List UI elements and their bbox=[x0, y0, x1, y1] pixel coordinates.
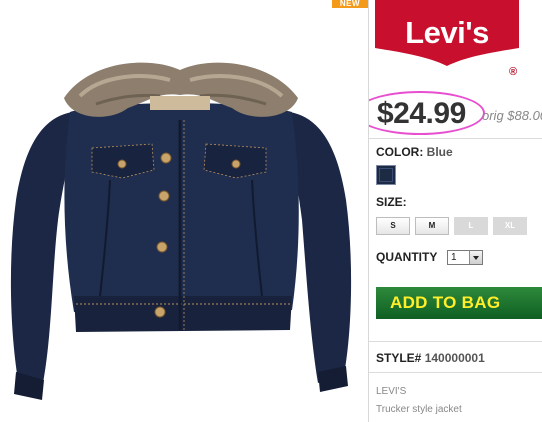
current-price: $24.99 bbox=[377, 97, 466, 130]
style-label: STYLE# bbox=[376, 351, 422, 365]
registered-mark: ® bbox=[509, 66, 518, 78]
color-row: COLOR: Blue bbox=[376, 145, 453, 159]
add-to-bag-button[interactable]: ADD TO BAG bbox=[376, 287, 542, 319]
brand-name: LEVI'S bbox=[376, 386, 407, 397]
original-price: orig $88.00 bbox=[482, 108, 542, 123]
new-badge: NEW bbox=[332, 0, 368, 8]
product-description: Trucker style jacket bbox=[376, 404, 462, 415]
separator bbox=[369, 372, 542, 373]
product-details-panel: Levi's ® $24.99 orig $88.00 COLOR: Blue … bbox=[369, 0, 542, 422]
separator bbox=[369, 138, 542, 139]
svg-text:Levi's: Levi's bbox=[405, 15, 489, 50]
denim-jacket-illustration bbox=[10, 62, 352, 400]
price-row: $24.99 orig $88.00 bbox=[369, 88, 542, 136]
quantity-label: QUANTITY bbox=[376, 250, 438, 264]
quantity-value: 1 bbox=[451, 252, 457, 263]
size-option-s[interactable]: S bbox=[376, 217, 410, 235]
product-image[interactable] bbox=[0, 0, 368, 422]
size-label: SIZE: bbox=[376, 195, 407, 209]
separator bbox=[369, 341, 542, 342]
chevron-down-icon[interactable] bbox=[469, 251, 482, 264]
color-label: COLOR: bbox=[376, 145, 424, 159]
size-option-l[interactable]: L bbox=[454, 217, 488, 235]
size-option-xl[interactable]: XL bbox=[493, 217, 527, 235]
style-number: 140000001 bbox=[424, 351, 485, 365]
quantity-select[interactable]: 1 bbox=[447, 250, 483, 265]
levis-logo[interactable]: Levi's ® bbox=[375, 0, 519, 84]
color-value: Blue bbox=[426, 145, 453, 159]
color-swatch-blue[interactable] bbox=[376, 165, 396, 185]
levis-logo-icon: Levi's bbox=[375, 0, 519, 66]
style-row: STYLE# 140000001 bbox=[376, 351, 485, 365]
size-option-m[interactable]: M bbox=[415, 217, 449, 235]
